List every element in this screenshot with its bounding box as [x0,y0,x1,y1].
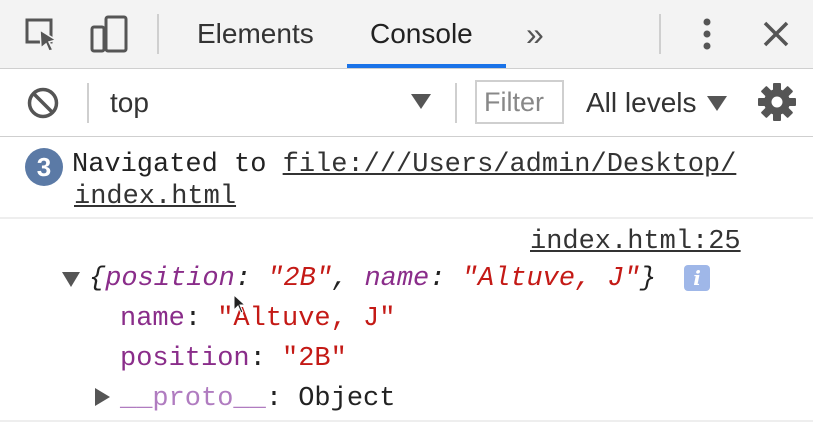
expand-triangle-icon[interactable] [93,387,111,412]
active-tab-indicator [347,64,506,68]
collapse-triangle-icon[interactable] [61,270,81,293]
toolbar-divider [455,83,457,123]
object-summary[interactable]: {position: "2B", name: "Altuve, J"} [89,263,656,295]
dropdown-arrow-icon [707,95,728,111]
more-tabs-button[interactable]: » [526,0,544,68]
devtools-tab-bar: Elements Console » [0,0,813,69]
property-key: __proto__ [120,384,266,414]
summary-value: "Altuve, J" [461,264,640,294]
summary-key: position [105,264,235,294]
tab-label: Console [370,18,473,49]
summary-key: name [364,264,430,294]
kebab-menu-icon[interactable] [690,0,724,68]
object-property: position: "2B" [120,344,347,374]
toolbar-divider [157,14,159,54]
log-levels-label: All levels [586,86,697,118]
more-tabs-icon: » [526,15,544,52]
tab-elements[interactable]: Elements [197,0,314,68]
toolbar-divider [87,83,89,123]
info-icon[interactable]: i [684,265,710,291]
brace-open: { [89,264,106,294]
close-icon[interactable] [755,0,797,68]
context-selector[interactable]: top [110,69,149,136]
navigation-text: Navigated to file:///Users/admin/Desktop… [72,149,736,181]
clear-console-icon[interactable] [22,69,64,136]
navigation-url-link[interactable]: file:///Users/admin/Desktop/ [283,150,737,180]
inspect-icon[interactable] [20,0,64,68]
tab-console[interactable]: Console [370,0,473,68]
brace-close: } [639,264,657,294]
summary-value: "2B" [267,264,333,294]
mouse-cursor-icon [233,293,247,319]
row-divider [0,420,813,422]
repeat-count-badge: 3 [25,148,63,186]
property-key: name [120,304,185,334]
log-levels-dropdown[interactable]: All levels [586,69,728,136]
property-value: "2B" [282,344,347,374]
settings-gear-icon[interactable] [754,79,800,125]
object-property: name: "Altuve, J" [120,304,396,334]
dropdown-arrow-icon[interactable] [409,91,433,116]
property-key: position [120,344,250,374]
filter-input[interactable] [475,80,564,124]
object-property[interactable]: __proto__: Object [120,383,395,415]
toolbar-divider [659,14,661,54]
summary-colon: : [234,264,268,294]
source-location-link[interactable]: index.html:25 [530,227,741,257]
device-toggle-icon[interactable] [86,0,132,68]
navigation-prefix: Navigated to [72,150,283,180]
tab-label: Elements [197,18,314,49]
navigation-url-link-continued[interactable]: index.html [74,181,236,213]
summary-comma: , [332,264,365,294]
property-value: Object [298,384,396,414]
context-selector-label: top [110,86,149,118]
summary-colon: : [429,264,462,294]
